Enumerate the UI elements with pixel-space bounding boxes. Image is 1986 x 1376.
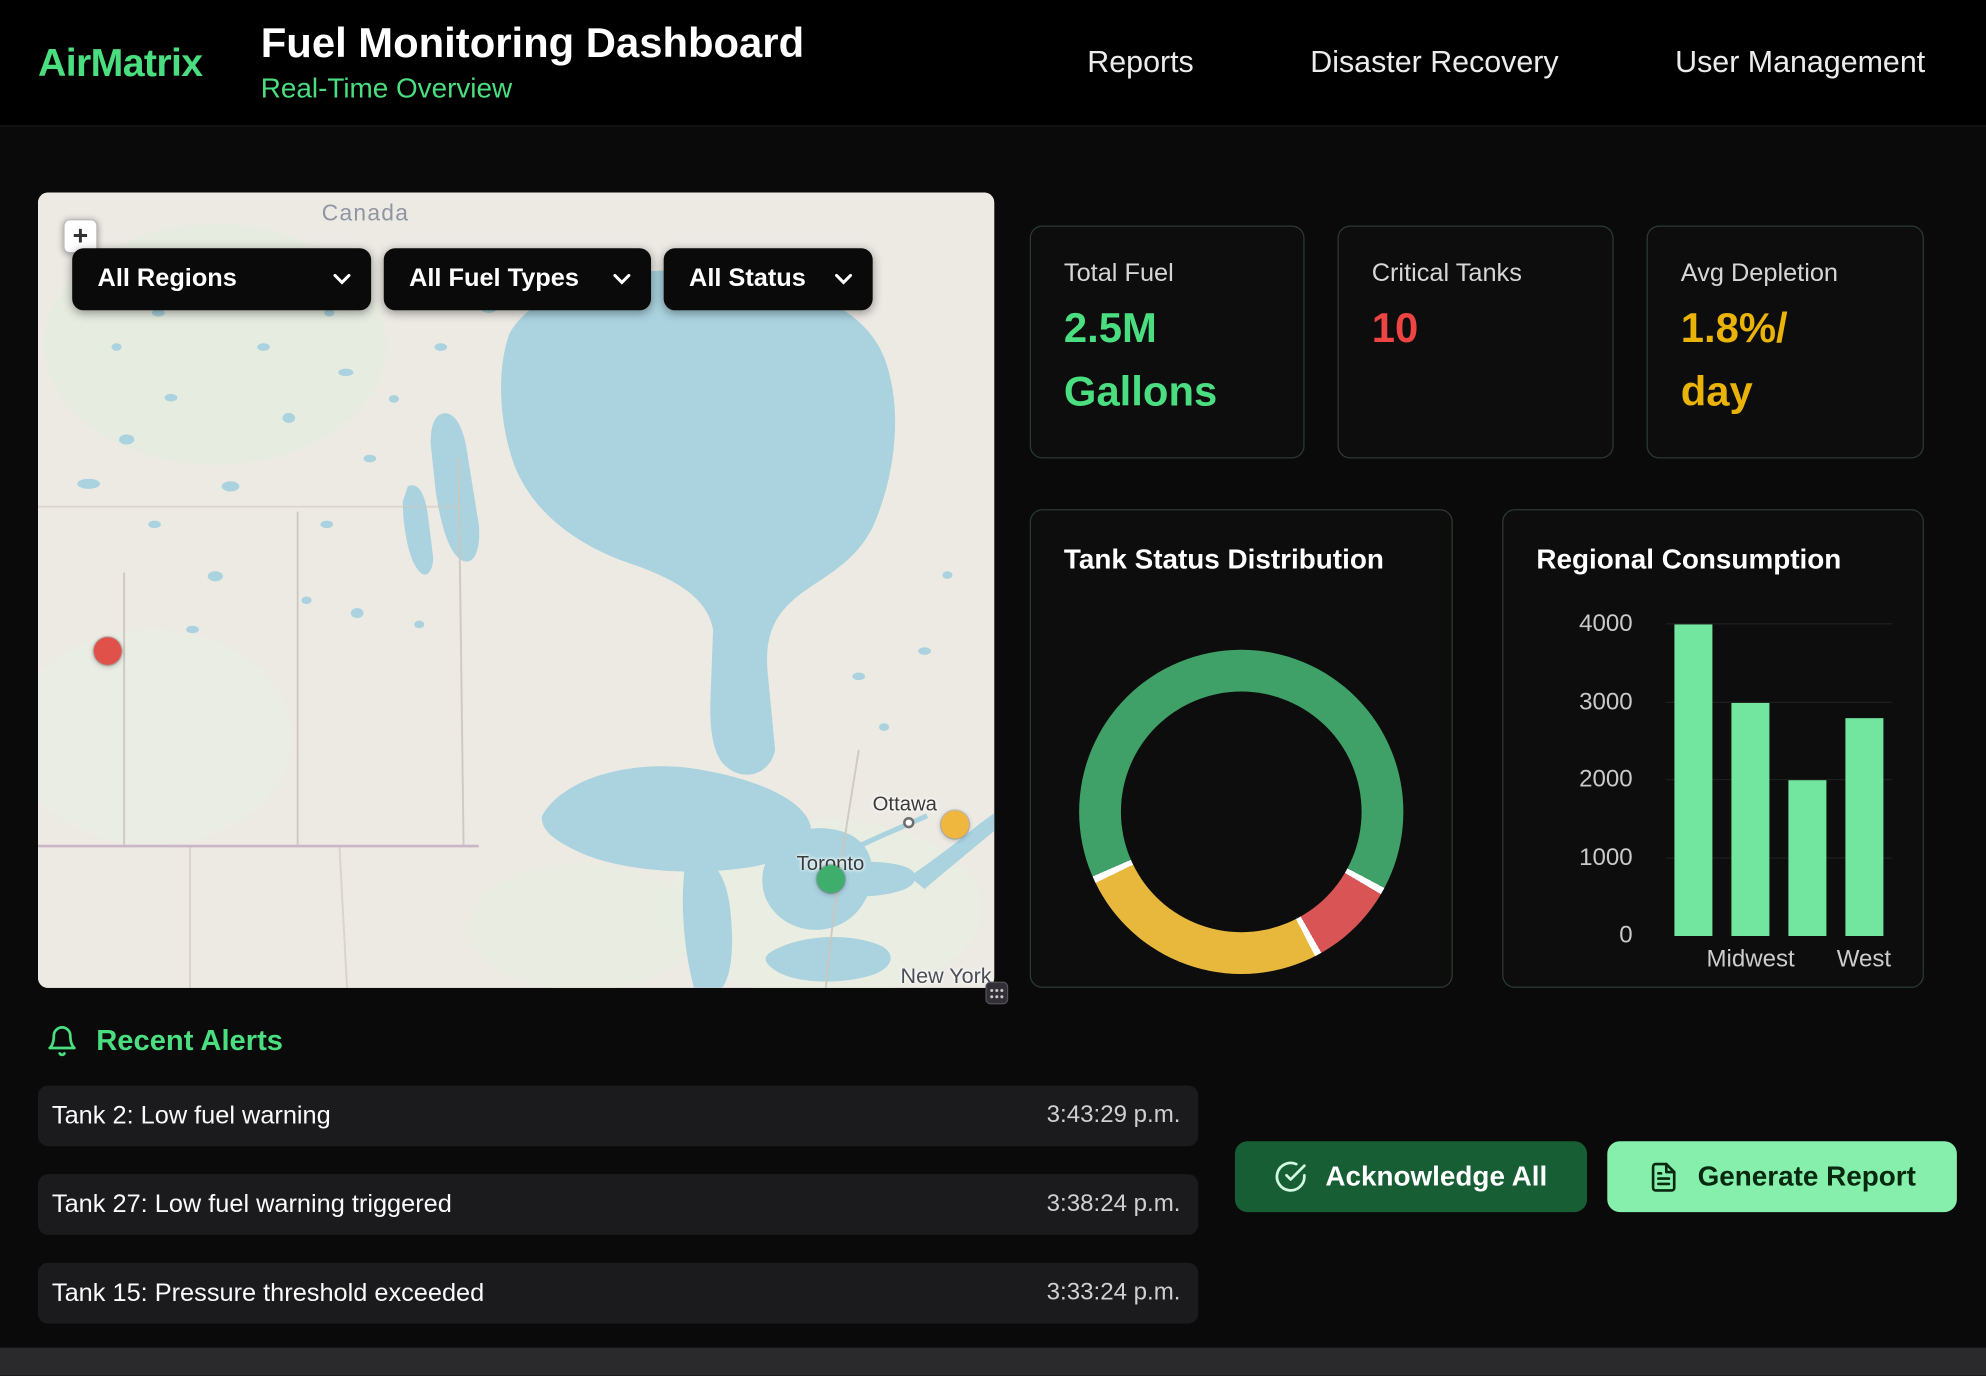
bottom-scrollbar-track[interactable] — [0, 1348, 1986, 1376]
stat-card-total-fuel: Total Fuel 2.5M Gallons — [1030, 225, 1305, 458]
bar — [1845, 718, 1883, 936]
filter-status-dropdown[interactable]: All Status — [664, 248, 873, 310]
tank-marker-warning[interactable] — [941, 811, 969, 839]
regional-consumption-card: Regional Consumption 0 1000 2000 3000 4000 M… — [1502, 509, 1924, 988]
page: AirMatrix Fuel Monitoring Dashboard Real… — [0, 0, 1986, 1376]
main-nav: Reports Disaster Recovery User Managemen… — [1087, 45, 1925, 80]
bar — [1732, 702, 1770, 936]
stat-label: Total Fuel — [1064, 260, 1303, 289]
check-circle-icon — [1275, 1160, 1308, 1193]
y-tick-label: 3000 — [1579, 688, 1633, 716]
bar-slot: Midwest — [1722, 624, 1779, 936]
brand-logo[interactable]: AirMatrix — [38, 40, 202, 86]
y-tick-label: 1000 — [1579, 844, 1633, 872]
page-title: Fuel Monitoring Dashboard — [261, 21, 804, 67]
filter-fuel-types-dropdown[interactable]: All Fuel Types — [384, 248, 651, 310]
alert-row[interactable]: Tank 27: Low fuel warning triggered 3:38… — [38, 1174, 1198, 1235]
stat-label: Critical Tanks — [1372, 260, 1613, 289]
bar-slot: West — [1836, 624, 1893, 936]
tank-marker-critical[interactable] — [94, 637, 122, 665]
acknowledge-all-label: Acknowledge All — [1325, 1160, 1547, 1193]
stat-value: 2.5M Gallons — [1064, 296, 1303, 421]
stat-label: Avg Depletion — [1681, 260, 1923, 289]
dashboard-root: AirMatrix Fuel Monitoring Dashboard Real… — [0, 0, 1986, 1376]
stat-card-critical-tanks: Critical Tanks 10 — [1338, 225, 1614, 458]
bar-slot — [1779, 624, 1836, 936]
stat-card-avg-depletion: Avg Depletion 1.8%/ day — [1647, 225, 1924, 458]
app-header: AirMatrix Fuel Monitoring Dashboard Real… — [0, 0, 1986, 127]
y-tick-label: 4000 — [1579, 610, 1633, 638]
bell-icon — [46, 1024, 79, 1057]
filter-fuel-types-label: All Fuel Types — [409, 265, 579, 294]
bar-yaxis: 01000200030004000 — [1559, 624, 1643, 936]
bar-plot: Midwest West — [1666, 624, 1893, 936]
bar — [1675, 624, 1713, 936]
nav-reports[interactable]: Reports — [1087, 45, 1193, 80]
grip-dots-icon — [989, 987, 1004, 998]
alert-row[interactable]: Tank 2: Low fuel warning 3:43:29 p.m. — [38, 1085, 1198, 1146]
x-tick-label: Midwest — [1706, 946, 1794, 974]
chart-title: Tank Status Distribution — [1031, 510, 1452, 576]
alert-message: Tank 27: Low fuel warning triggered — [52, 1190, 452, 1219]
tank-marker-normal[interactable] — [817, 865, 845, 893]
filter-regions-dropdown[interactable]: All Regions — [72, 248, 371, 310]
alert-message: Tank 15: Pressure threshold exceeded — [52, 1279, 484, 1308]
alert-time: 3:38:24 p.m. — [1047, 1191, 1181, 1219]
alert-row[interactable]: Tank 15: Pressure threshold exceeded 3:3… — [38, 1263, 1198, 1324]
alerts-heading: Recent Alerts — [96, 1023, 283, 1057]
map-filter-bar: All Regions All Fuel Types All Status — [72, 248, 872, 310]
nav-disaster-recovery[interactable]: Disaster Recovery — [1310, 45, 1558, 80]
bar — [1788, 780, 1826, 936]
chevron-down-icon — [613, 274, 631, 285]
bar-slot — [1666, 624, 1723, 936]
stat-value: 1.8%/ day — [1681, 296, 1923, 421]
generate-report-button[interactable]: Generate Report — [1607, 1141, 1957, 1212]
page-title-block: Fuel Monitoring Dashboard Real-Time Over… — [261, 21, 804, 105]
x-tick-label: West — [1837, 946, 1891, 974]
map-panel[interactable]: Canada Ottawa Toronto New York + All Reg… — [38, 193, 994, 988]
stat-value: 10 — [1372, 296, 1613, 359]
document-icon — [1648, 1161, 1680, 1193]
chevron-down-icon — [835, 274, 853, 285]
generate-report-label: Generate Report — [1698, 1160, 1916, 1193]
y-tick-label: 2000 — [1579, 766, 1633, 794]
filter-regions-label: All Regions — [98, 265, 237, 294]
chevron-down-icon — [333, 274, 351, 285]
chart-title: Regional Consumption — [1503, 510, 1922, 576]
alert-time: 3:43:29 p.m. — [1047, 1102, 1181, 1130]
page-subtitle: Real-Time Overview — [261, 72, 804, 105]
alert-time: 3:33:24 p.m. — [1047, 1279, 1181, 1307]
city-marker-ottawa — [903, 817, 914, 828]
alert-message: Tank 2: Low fuel warning — [52, 1101, 331, 1130]
y-tick-label: 0 — [1619, 922, 1632, 950]
donut-chart — [1079, 650, 1403, 974]
filter-status-label: All Status — [689, 265, 806, 294]
resize-grip[interactable] — [985, 982, 1008, 1005]
alerts-header: Recent Alerts — [46, 1023, 283, 1057]
acknowledge-all-button[interactable]: Acknowledge All — [1235, 1141, 1587, 1212]
map-canvas — [38, 193, 994, 988]
tank-status-distribution-card: Tank Status Distribution — [1030, 509, 1453, 988]
nav-user-management[interactable]: User Management — [1675, 45, 1925, 80]
